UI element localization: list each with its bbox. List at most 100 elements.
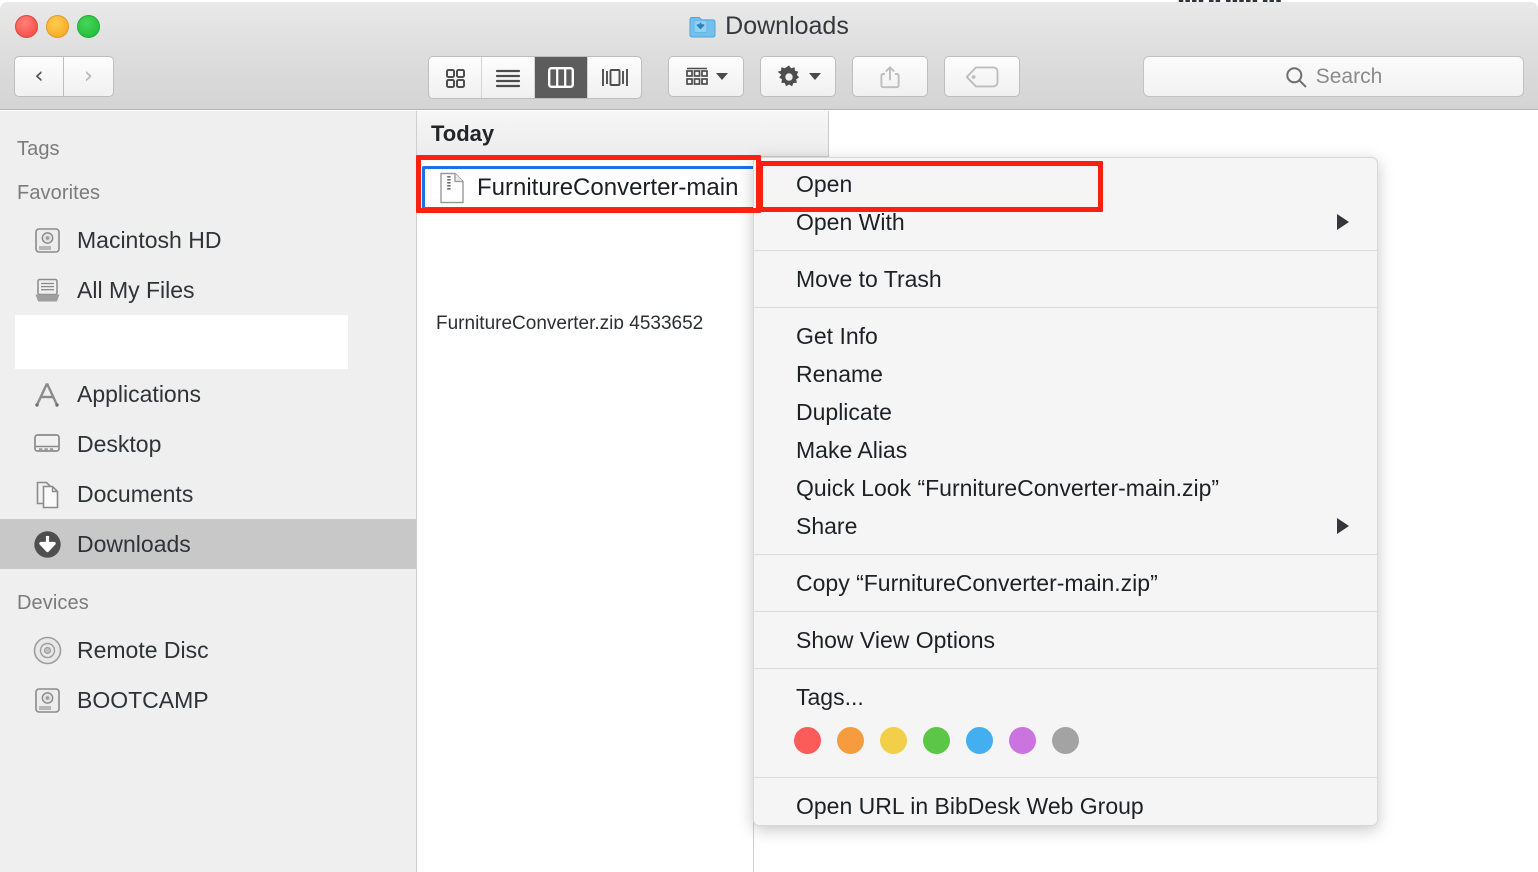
tag-color-gray[interactable] (1052, 727, 1079, 754)
menu-item-copy[interactable]: Copy “FurnitureConverter-main.zip” (754, 564, 1377, 602)
menu-item-label: Make Alias (796, 436, 908, 463)
menu-item-open-with[interactable]: Open With (754, 203, 1377, 241)
all-my-files-icon (30, 274, 64, 306)
menu-item-quick-look[interactable]: Quick Look “FurnitureConverter-main.zip” (754, 469, 1377, 507)
menu-separator (754, 307, 1377, 308)
back-button[interactable]: ‹ (14, 56, 64, 97)
sidebar-item-macintosh-hd[interactable]: Macintosh HD (0, 215, 416, 265)
menu-item-open-url-in-bibdesk-web-group[interactable]: Open URL in BibDesk Web Group (754, 787, 1377, 825)
menu-item-open[interactable]: Open (754, 165, 1377, 203)
sidebar-item-documents[interactable]: Documents (0, 469, 416, 519)
group-header-label: Today (431, 120, 495, 146)
sidebar-header-favorites: Favorites (17, 181, 101, 204)
sidebar-item-desktop[interactable]: Desktop (0, 419, 416, 469)
menu-item-share[interactable]: Share (754, 507, 1377, 545)
coverflow-view-button[interactable] (588, 57, 641, 98)
page-title: Downloads (725, 12, 849, 40)
sidebar-item-downloads[interactable]: Downloads (0, 519, 416, 569)
chevron-right-icon: › (83, 63, 94, 89)
chevron-down-icon (808, 73, 821, 80)
tag-color-yellow[interactable] (880, 727, 907, 754)
forward-button[interactable]: › (64, 56, 114, 97)
sidebar-item-label: Downloads (77, 530, 191, 557)
grid-icon (446, 68, 465, 88)
share-button[interactable] (852, 56, 928, 97)
sidebar: Tags Favorites Macintosh HD All My Files… (0, 111, 417, 872)
menu-separator (754, 554, 1377, 555)
menu-item-label: Get Info (796, 322, 878, 349)
menu-item-label: Rename (796, 360, 883, 387)
menu-item-label: Copy “FurnitureConverter-main.zip” (796, 569, 1158, 596)
menu-item-tags[interactable]: Tags... (754, 678, 1377, 716)
menu-item-show-view-options[interactable]: Show View Options (754, 621, 1377, 659)
screenshot-root: ▮▮▮▮ ▮▮ ▮▮▮▮▮ ▮▮▮ Downloads (0, 0, 1538, 872)
hard-drive-icon (30, 224, 64, 256)
coverflow-icon (601, 69, 628, 86)
menu-item-label: Open With (796, 208, 905, 235)
icon-view-button[interactable] (429, 57, 482, 98)
arrange-icon (685, 67, 708, 85)
action-menu-button[interactable] (760, 56, 836, 97)
hard-drive-icon (30, 684, 64, 716)
menu-item-label: Share (796, 512, 858, 539)
tag-color-red[interactable] (794, 727, 821, 754)
documents-icon (30, 478, 64, 510)
sidebar-item-label: Remote Disc (77, 636, 209, 663)
sidebar-item-label: Documents (77, 480, 194, 507)
window-title-group: Downloads (0, 12, 1538, 41)
sidebar-blank-placeholder (15, 315, 348, 369)
list-view-button[interactable] (482, 57, 535, 98)
menu-item-label: Tags... (796, 683, 864, 710)
sidebar-item-label: All My Files (77, 276, 195, 303)
menu-separator (754, 777, 1377, 778)
sidebar-header-devices: Devices (17, 591, 89, 614)
gear-icon (777, 65, 799, 86)
menu-separator (754, 668, 1377, 669)
file-name-label: FurnitureConverter-main (477, 174, 739, 201)
columns-icon (548, 67, 574, 88)
tag-color-blue[interactable] (966, 727, 993, 754)
menu-item-label: Duplicate (796, 398, 892, 425)
menu-item-make-alias[interactable]: Make Alias (754, 431, 1377, 469)
share-icon (880, 65, 900, 88)
navigation-buttons: ‹ › (14, 56, 114, 97)
optical-disc-icon (30, 634, 64, 666)
sidebar-item-bootcamp[interactable]: BOOTCAMP (0, 675, 416, 725)
menu-separator (754, 250, 1377, 251)
tags-button[interactable] (944, 56, 1020, 97)
search-input[interactable]: Search (1143, 56, 1524, 97)
window-titlebar[interactable]: Downloads ‹ › Search (0, 2, 1538, 110)
menu-item-label: Open URL in BibDesk Web Group (796, 792, 1144, 819)
sidebar-header-tags: Tags (17, 137, 60, 160)
column-view-button[interactable] (535, 57, 588, 98)
downloads-icon (30, 528, 64, 560)
downloads-folder-icon (689, 16, 716, 38)
search-placeholder: Search (1315, 64, 1383, 88)
chevron-down-icon (715, 73, 728, 80)
menu-item-get-info[interactable]: Get Info (754, 317, 1377, 355)
arrange-button[interactable] (668, 56, 744, 97)
tag-color-purple[interactable] (1009, 727, 1036, 754)
sidebar-item-remote-disc[interactable]: Remote Disc (0, 625, 416, 675)
group-header-today: Today (417, 111, 829, 157)
menu-separator (754, 611, 1377, 612)
context-menu: Open Open With Move to Trash Get Info Re… (753, 157, 1378, 826)
list-icon (495, 69, 521, 87)
tag-color-green[interactable] (923, 727, 950, 754)
file-list-empty-area[interactable] (417, 329, 753, 872)
submenu-arrow-icon (1337, 518, 1349, 534)
file-row[interactable]: FurnitureConverter-main (422, 166, 757, 210)
desktop-icon (30, 428, 64, 460)
sidebar-item-label: Macintosh HD (77, 226, 222, 253)
tag-color-orange[interactable] (837, 727, 864, 754)
menu-item-label: Quick Look “FurnitureConverter-main.zip” (796, 474, 1220, 501)
menu-item-rename[interactable]: Rename (754, 355, 1377, 393)
menu-item-duplicate[interactable]: Duplicate (754, 393, 1377, 431)
menu-item-move-to-trash[interactable]: Move to Trash (754, 260, 1377, 298)
sidebar-item-label: Desktop (77, 430, 162, 457)
sidebar-item-all-my-files[interactable]: All My Files (0, 265, 416, 315)
applications-icon (30, 378, 64, 410)
tag-icon (965, 65, 999, 87)
sidebar-item-label: Applications (77, 380, 202, 407)
sidebar-item-applications[interactable]: Applications (0, 369, 416, 419)
